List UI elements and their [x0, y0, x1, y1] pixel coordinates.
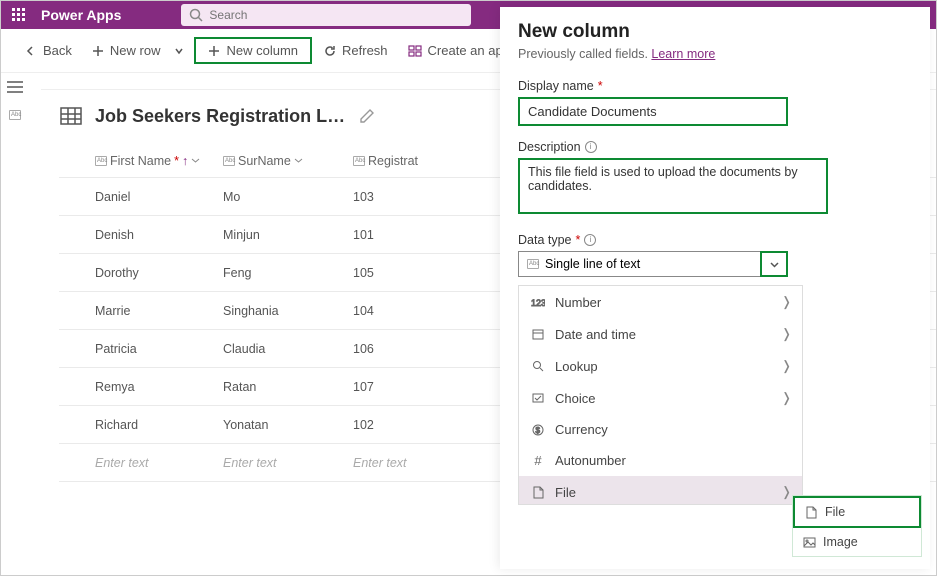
chevron-right-icon: ❭: [781, 358, 792, 374]
learn-more-link[interactable]: Learn more: [651, 47, 715, 61]
col-surname[interactable]: Abc SurName: [219, 154, 349, 168]
currency-icon: $: [529, 424, 547, 436]
new-row-button[interactable]: New row: [84, 39, 169, 62]
text-type-icon: Abc: [95, 156, 107, 166]
info-icon[interactable]: i: [584, 234, 596, 246]
description-label: Description i: [518, 140, 912, 154]
back-label: Back: [43, 43, 72, 58]
display-name-label: Display name*: [518, 79, 912, 93]
text-type-icon: Abc: [223, 156, 235, 166]
waffle-icon[interactable]: [9, 5, 29, 25]
choice-icon: [529, 392, 547, 404]
app-title: Power Apps: [41, 7, 121, 23]
chevron-right-icon: ❭: [781, 484, 792, 500]
dd-item-file[interactable]: File ❭: [519, 476, 802, 505]
chevron-right-icon: ❭: [781, 326, 792, 342]
dd-item-autonumber[interactable]: # Autonumber: [519, 445, 802, 476]
dd-item-choice[interactable]: Choice ❭: [519, 382, 802, 414]
new-column-panel: New column Previously called fields. Lea…: [500, 7, 930, 569]
flyout-item-image[interactable]: Image: [793, 528, 921, 556]
data-type-select[interactable]: Abc Single line of text: [518, 251, 788, 277]
description-input[interactable]: [518, 158, 828, 214]
panel-title: New column: [518, 21, 912, 43]
display-name-input[interactable]: [518, 97, 788, 126]
flyout-item-file[interactable]: File: [793, 496, 921, 528]
data-type-label: Data type* i: [518, 233, 912, 247]
back-button[interactable]: Back: [17, 39, 80, 62]
rail-text-icon[interactable]: Abc: [1, 101, 29, 129]
sort-asc-icon: ↑: [182, 154, 188, 168]
number-icon: 123: [529, 296, 547, 308]
edit-title-icon[interactable]: [359, 109, 374, 124]
chevron-down-icon: [191, 156, 200, 165]
dd-item-date[interactable]: Date and time ❭: [519, 318, 802, 350]
rail-menu-icon[interactable]: [1, 73, 29, 101]
page-title: Job Seekers Registration L…: [95, 106, 345, 127]
new-row-label: New row: [110, 43, 161, 58]
lookup-icon: [529, 360, 547, 372]
dd-item-number[interactable]: 123 Number ❭: [519, 286, 802, 318]
col-registration[interactable]: Abc Registrat: [349, 154, 459, 168]
file-icon: [803, 506, 819, 519]
new-row-chevron[interactable]: [170, 42, 188, 60]
dd-item-lookup[interactable]: Lookup ❭: [519, 350, 802, 382]
left-rail: Abc: [1, 73, 29, 129]
svg-text:123: 123: [531, 298, 545, 308]
chevron-down-icon: [294, 156, 303, 165]
refresh-button[interactable]: Refresh: [316, 39, 396, 62]
calendar-icon: [529, 328, 547, 340]
new-column-button[interactable]: New column: [194, 37, 312, 64]
col-first-name[interactable]: Abc First Name* ↑: [89, 154, 219, 168]
chevron-right-icon: ❭: [781, 390, 792, 406]
svg-text:$: $: [536, 426, 541, 435]
panel-subtitle: Previously called fields. Learn more: [518, 47, 912, 61]
search-input[interactable]: [209, 8, 463, 22]
create-app-label: Create an app: [428, 43, 510, 58]
table-icon: [59, 104, 83, 128]
refresh-label: Refresh: [342, 43, 388, 58]
chevron-down-icon[interactable]: [760, 251, 788, 277]
text-type-icon: Abc: [527, 259, 539, 269]
new-column-label: New column: [226, 43, 298, 58]
image-icon: [801, 537, 817, 548]
chevron-right-icon: ❭: [781, 294, 792, 310]
info-icon[interactable]: i: [585, 141, 597, 153]
dd-item-currency[interactable]: $ Currency: [519, 414, 802, 445]
file-icon: [529, 486, 547, 499]
search-icon: [189, 8, 203, 22]
data-type-dropdown: 123 Number ❭ Date and time ❭ Lookup ❭ Ch…: [518, 285, 803, 505]
text-type-icon: Abc: [353, 156, 365, 166]
search-box[interactable]: [181, 4, 471, 26]
file-flyout: File Image: [792, 495, 922, 557]
hash-icon: #: [529, 453, 547, 468]
